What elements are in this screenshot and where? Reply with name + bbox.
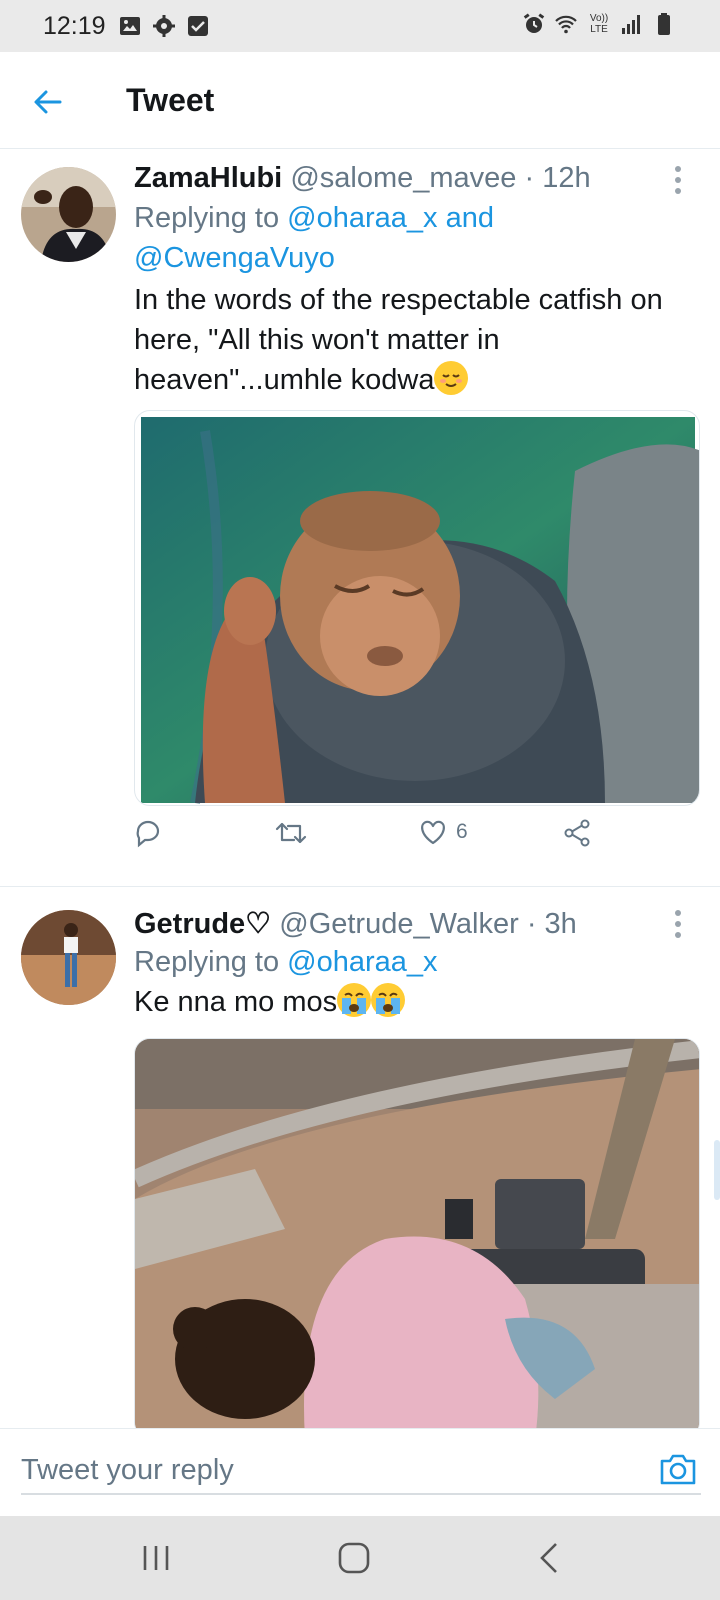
status-time: 12:19 xyxy=(43,12,106,40)
display-name[interactable]: ZamaHlubi xyxy=(134,162,282,194)
more-options-icon[interactable] xyxy=(672,166,684,194)
tweet-card[interactable]: ZamaHlubi @salome_mavee · 12h Replying t… xyxy=(0,150,720,887)
reply-composer xyxy=(0,1428,720,1516)
reply-action[interactable] xyxy=(134,818,164,848)
signal-strength-icon xyxy=(622,15,640,34)
checkbox-notification-icon xyxy=(188,16,208,36)
share-icon xyxy=(564,819,590,847)
like-action[interactable]: 6 xyxy=(418,818,468,846)
back-arrow-icon[interactable] xyxy=(30,84,66,120)
avatar[interactable] xyxy=(21,910,116,1005)
replying-to-label: Replying to xyxy=(134,202,280,234)
crying-face-emoji-icon xyxy=(337,983,372,1017)
tweet-header: Getrude♡ @Getrude_Walker · 3h xyxy=(134,906,577,941)
tweet-body: Ke nna mo mos xyxy=(134,986,338,1018)
tweet-body: In the words of the respectable catfish … xyxy=(134,284,663,396)
recent-apps-icon[interactable] xyxy=(136,1538,176,1578)
more-options-icon[interactable] xyxy=(672,910,684,938)
replying-to: Replying to @oharaa_x and @CwengaVuyo xyxy=(134,198,694,278)
camera-icon[interactable] xyxy=(658,1449,698,1489)
top-app-bar: Tweet xyxy=(0,52,720,149)
tweet-image[interactable] xyxy=(134,410,700,806)
replying-to: Replying to @oharaa_x xyxy=(134,942,694,982)
tweet-text: In the words of the respectable catfish … xyxy=(134,280,704,400)
battery-icon xyxy=(658,13,670,35)
tweet-card[interactable]: Getrude♡ @Getrude_Walker · 3h Replying t… xyxy=(0,888,720,1438)
retweet-action[interactable] xyxy=(274,818,308,848)
back-icon[interactable] xyxy=(530,1538,570,1578)
retweet-icon xyxy=(275,822,307,844)
page-title: Tweet xyxy=(126,82,215,118)
avatar[interactable] xyxy=(21,167,116,262)
scrollbar-thumb[interactable] xyxy=(714,1140,720,1200)
tweet-actions: 6 xyxy=(134,818,654,854)
tweet-text: Ke nna mo mos xyxy=(134,982,704,1022)
wifi-icon xyxy=(555,15,577,34)
like-count: 6 xyxy=(456,820,468,843)
user-handle[interactable]: @salome_mavee xyxy=(290,162,516,194)
heart-icon xyxy=(421,820,445,845)
user-handle[interactable]: @Getrude_Walker xyxy=(279,908,519,940)
tweet-time: · 12h xyxy=(524,162,591,194)
volte-label: Vo)) LTE xyxy=(589,13,609,35)
system-navigation-bar xyxy=(0,1516,720,1600)
replying-to-mentions[interactable]: @oharaa_x xyxy=(287,946,437,978)
reply-icon xyxy=(136,820,160,848)
tweet-header: ZamaHlubi @salome_mavee · 12h xyxy=(134,162,591,195)
replying-to-label: Replying to xyxy=(134,946,280,978)
display-name[interactable]: Getrude♡ xyxy=(134,908,271,940)
relieved-face-emoji-icon xyxy=(434,361,469,395)
share-action[interactable] xyxy=(562,818,592,848)
alarm-icon xyxy=(523,13,545,33)
home-icon[interactable] xyxy=(334,1538,374,1578)
status-bar: 12:19 Vo)) LTE xyxy=(0,0,720,52)
settings-gear-icon xyxy=(153,15,175,37)
reply-input[interactable] xyxy=(21,1447,701,1495)
crying-face-emoji-icon xyxy=(371,983,406,1017)
tweet-image[interactable] xyxy=(134,1038,700,1438)
gallery-icon xyxy=(120,17,140,35)
tweet-time: · 3h xyxy=(526,908,577,940)
